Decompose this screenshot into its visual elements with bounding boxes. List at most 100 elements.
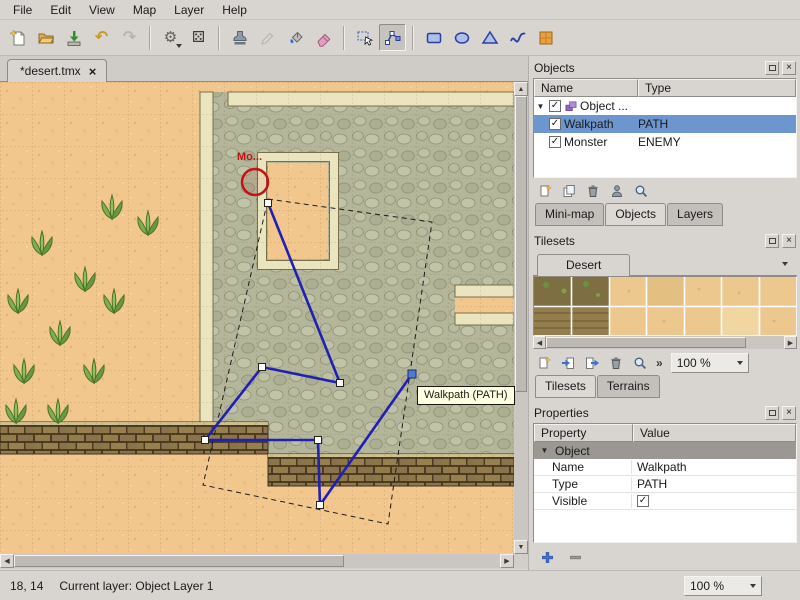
- tileset-zoom-combo[interactable]: 100 %: [671, 353, 749, 373]
- tileset-view[interactable]: [533, 276, 797, 336]
- remove-objects-button[interactable]: [583, 182, 603, 200]
- tileset-scroll-track[interactable]: [546, 336, 784, 349]
- save-button[interactable]: [60, 24, 87, 51]
- monster-object[interactable]: [242, 169, 268, 195]
- scroll-left-button[interactable]: ◀: [533, 336, 546, 349]
- insert-ellipse-button[interactable]: [448, 24, 475, 51]
- insert-polyline-button[interactable]: [504, 24, 531, 51]
- menu-map[interactable]: Map: [124, 1, 165, 19]
- tab-mini-map[interactable]: Mini-map: [535, 203, 604, 226]
- object-properties-button[interactable]: [631, 182, 651, 200]
- layer-visibility-checkbox[interactable]: ✓: [549, 100, 561, 112]
- column-header-type[interactable]: Type: [638, 79, 796, 97]
- dock-close-button[interactable]: ×: [782, 234, 796, 248]
- monster-row[interactable]: ✓ Monster ENEMY: [534, 133, 796, 151]
- visible-checkbox[interactable]: ✓: [637, 495, 649, 507]
- column-header-name[interactable]: Name: [534, 79, 638, 97]
- object-visibility-checkbox[interactable]: ✓: [549, 136, 561, 148]
- horizontal-scroll-track[interactable]: [14, 554, 500, 568]
- redo-button[interactable]: ↷: [116, 24, 143, 51]
- tileset-properties-button[interactable]: [630, 354, 650, 372]
- scroll-down-button[interactable]: ▼: [514, 540, 528, 554]
- random-mode-button[interactable]: ⚄: [185, 24, 212, 51]
- path-vertex-handle[interactable]: [202, 437, 209, 444]
- map-zoom-combo[interactable]: 100 %: [684, 576, 762, 596]
- property-row-visible[interactable]: Visible ✓: [534, 493, 796, 510]
- edit-polygons-button[interactable]: [379, 24, 406, 51]
- scroll-right-button[interactable]: ▶: [784, 336, 797, 349]
- terrain-brush-button[interactable]: [254, 24, 281, 51]
- scroll-left-button[interactable]: ◀: [0, 554, 14, 568]
- export-tileset-button[interactable]: [582, 354, 602, 372]
- insert-tile-button[interactable]: [532, 24, 559, 51]
- property-row-type[interactable]: Type PATH: [534, 476, 796, 493]
- expander-icon[interactable]: ▼: [534, 102, 547, 111]
- tool-settings-button[interactable]: ⚙: [157, 24, 184, 51]
- object-layer-row[interactable]: ▼ ✓ Object ...: [534, 97, 796, 115]
- horizontal-scroll-thumb[interactable]: [14, 555, 344, 567]
- menu-layer[interactable]: Layer: [165, 1, 213, 19]
- scroll-up-button[interactable]: ▲: [514, 82, 528, 96]
- dock-close-button[interactable]: ×: [782, 406, 796, 420]
- tileset-image[interactable]: [534, 277, 796, 335]
- map-canvas[interactable]: Mo...: [0, 82, 514, 554]
- tab-terrains[interactable]: Terrains: [597, 375, 660, 398]
- vertical-scrollbar[interactable]: ▲ ▼: [514, 82, 528, 554]
- insert-polygon-button[interactable]: [476, 24, 503, 51]
- undo-button[interactable]: ↶: [88, 24, 115, 51]
- tab-layers[interactable]: Layers: [667, 203, 723, 226]
- vertical-scroll-track[interactable]: [514, 96, 528, 540]
- walkpath-row[interactable]: ✓ Walkpath PATH: [534, 115, 796, 133]
- column-header-property[interactable]: Property: [534, 424, 633, 442]
- menu-file[interactable]: File: [4, 1, 41, 19]
- float-icon: [769, 238, 776, 244]
- property-value[interactable]: Walkpath: [632, 460, 796, 474]
- remove-tileset-button[interactable]: [606, 354, 626, 372]
- menu-view[interactable]: View: [80, 1, 124, 19]
- tileset-list-dropdown[interactable]: [777, 257, 793, 271]
- open-file-button[interactable]: [32, 24, 59, 51]
- add-property-button[interactable]: [537, 548, 557, 566]
- select-objects-button[interactable]: [351, 24, 378, 51]
- horizontal-scrollbar[interactable]: ◀ ▶: [0, 554, 514, 568]
- insert-rectangle-button[interactable]: [420, 24, 447, 51]
- dock-float-button[interactable]: [765, 61, 779, 75]
- tileset-scroll-thumb[interactable]: [546, 337, 746, 348]
- add-layer-button[interactable]: [535, 182, 555, 200]
- remove-property-button[interactable]: [565, 548, 585, 566]
- toolbar-overflow-chevron[interactable]: »: [654, 356, 665, 370]
- property-group-row[interactable]: ▼ Object: [534, 442, 796, 459]
- dock-float-button[interactable]: [765, 234, 779, 248]
- import-tileset-button[interactable]: [558, 354, 578, 372]
- scroll-right-button[interactable]: ▶: [500, 554, 514, 568]
- path-vertex-handle[interactable]: [265, 200, 272, 207]
- stamp-brush-button[interactable]: [226, 24, 253, 51]
- vertical-scroll-thumb[interactable]: [515, 96, 527, 392]
- object-visibility-checkbox[interactable]: ✓: [549, 118, 561, 130]
- new-tileset-button[interactable]: [534, 354, 554, 372]
- dock-close-button[interactable]: ×: [782, 61, 796, 75]
- menu-help[interactable]: Help: [213, 1, 256, 19]
- duplicate-objects-button[interactable]: [559, 182, 579, 200]
- new-file-button[interactable]: [4, 24, 31, 51]
- bucket-fill-button[interactable]: [282, 24, 309, 51]
- tab-objects[interactable]: Objects: [605, 203, 666, 226]
- selected-vertex-handle[interactable]: [408, 370, 416, 378]
- column-header-value[interactable]: Value: [633, 424, 796, 442]
- path-vertex-handle[interactable]: [259, 364, 266, 371]
- dock-float-button[interactable]: [765, 406, 779, 420]
- tab-close-icon[interactable]: ×: [89, 65, 97, 78]
- tab-desert-tmx[interactable]: *desert.tmx ×: [7, 59, 107, 82]
- move-objects-button[interactable]: [607, 182, 627, 200]
- property-row-name[interactable]: Name Walkpath: [534, 459, 796, 476]
- tab-desert-tileset[interactable]: Desert: [537, 254, 630, 276]
- path-vertex-handle[interactable]: [337, 380, 344, 387]
- property-value[interactable]: PATH: [632, 477, 796, 491]
- tileset-scrollbar[interactable]: ◀ ▶: [533, 336, 797, 349]
- expander-icon[interactable]: ▼: [538, 446, 551, 455]
- path-vertex-handle[interactable]: [315, 437, 322, 444]
- eraser-button[interactable]: [310, 24, 337, 51]
- tab-tilesets[interactable]: Tilesets: [535, 375, 596, 398]
- menu-edit[interactable]: Edit: [41, 1, 80, 19]
- path-vertex-handle[interactable]: [317, 502, 324, 509]
